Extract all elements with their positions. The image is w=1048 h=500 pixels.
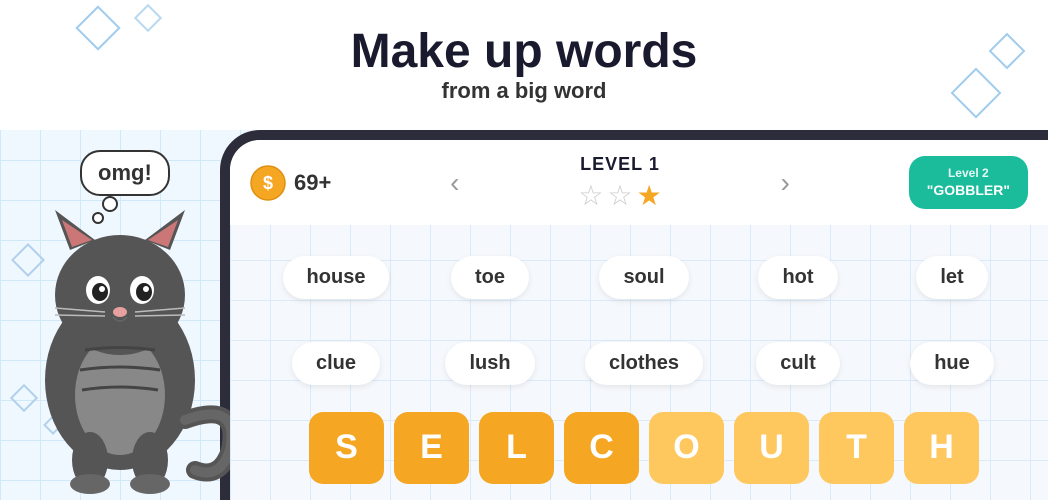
star-1: ☆ (578, 179, 603, 212)
coin-count: 69+ (294, 170, 331, 196)
next-level-button[interactable]: Level 2 "GOBBLER" (909, 156, 1028, 210)
tile-E[interactable]: E (394, 412, 469, 484)
tile-U[interactable]: U (734, 412, 809, 484)
level-center: LEVEL 1 ☆ ☆ ★ (578, 154, 661, 212)
main-title: Make up words (351, 26, 698, 79)
tile-S[interactable]: S (309, 412, 384, 484)
word-pill-let[interactable]: let (916, 256, 987, 299)
sub-title: from a big word (442, 78, 607, 104)
game-panel: $ 69+ ‹ LEVEL 1 ☆ ☆ ★ › Level 2 "GOBBLE (220, 130, 1048, 500)
word-pill-house[interactable]: house (283, 256, 390, 299)
cat-area: omg! (0, 130, 260, 500)
cat-svg (10, 140, 230, 500)
tile-H[interactable]: H (904, 412, 979, 484)
tile-O[interactable]: O (649, 412, 724, 484)
nav-left-arrow[interactable]: ‹ (435, 167, 474, 199)
word-pill-lush[interactable]: lush (445, 342, 534, 385)
word-pill-clue[interactable]: clue (292, 342, 380, 385)
panel-inner: $ 69+ ‹ LEVEL 1 ☆ ☆ ★ › Level 2 "GOBBLE (230, 140, 1048, 500)
word-pill-cult[interactable]: cult (756, 342, 840, 385)
tile-T[interactable]: T (819, 412, 894, 484)
words-area: house toe soul hot let clue lush clothes… (250, 230, 1038, 410)
coin-area: $ 69+ (250, 165, 331, 201)
word-pill-soul[interactable]: soul (599, 256, 688, 299)
svg-text:$: $ (263, 173, 273, 193)
star-3: ★ (637, 179, 662, 212)
tiles-row: S E L C O U T H (250, 410, 1038, 485)
word-pill-clothes[interactable]: clothes (585, 342, 703, 385)
next-level-name: "GOBBLER" (927, 181, 1010, 199)
next-level-title: Level 2 (927, 166, 1010, 182)
star-2: ☆ (607, 179, 632, 212)
tile-L[interactable]: L (479, 412, 554, 484)
word-pill-toe[interactable]: toe (451, 256, 529, 299)
level-label: LEVEL 1 (580, 154, 660, 175)
panel-header: $ 69+ ‹ LEVEL 1 ☆ ☆ ★ › Level 2 "GOBBLE (230, 140, 1048, 225)
word-pill-hue[interactable]: hue (910, 342, 994, 385)
stars-row: ☆ ☆ ★ (578, 179, 661, 212)
tile-C[interactable]: C (564, 412, 639, 484)
nav-right-arrow[interactable]: › (766, 167, 805, 199)
word-pill-hot[interactable]: hot (758, 256, 837, 299)
